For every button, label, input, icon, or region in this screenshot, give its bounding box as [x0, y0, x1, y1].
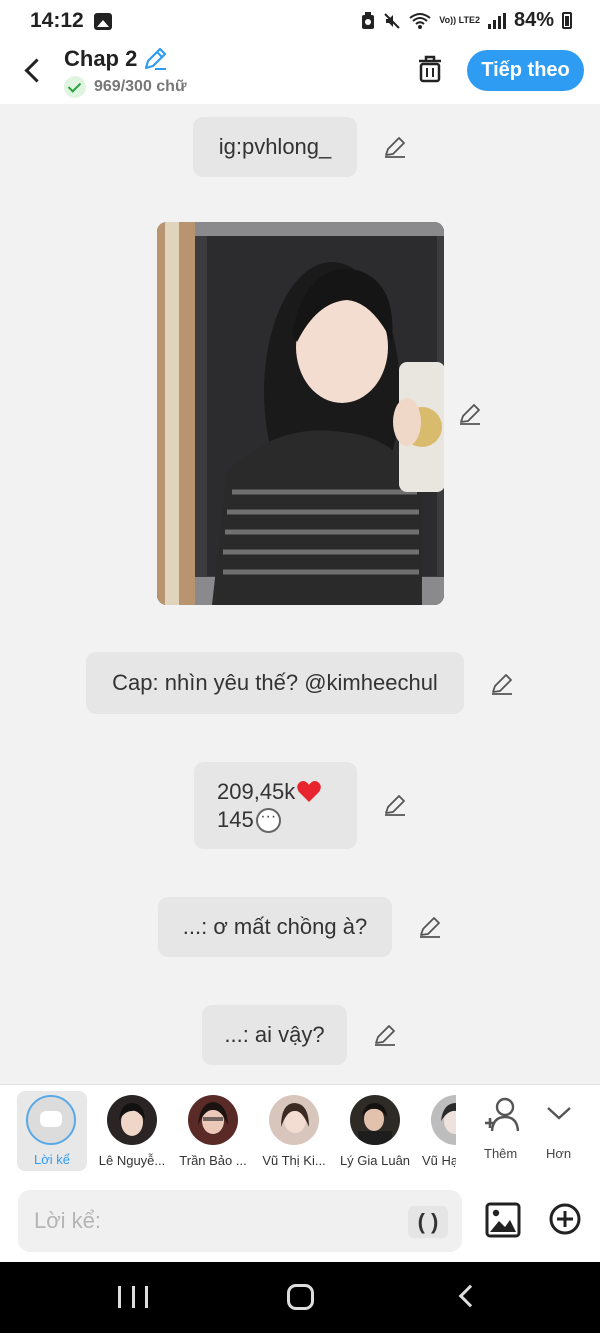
- message-text: ...: ai vậy?: [224, 1022, 325, 1047]
- character-name: Trần Bảo ...: [179, 1153, 247, 1168]
- check-icon: [64, 76, 86, 98]
- battery-saver-icon: [362, 11, 375, 29]
- character-name: Lê Nguyễ...: [98, 1153, 166, 1168]
- word-count: 969/300 chữ: [94, 78, 187, 95]
- character-option[interactable]: Vũ Hạ: [416, 1095, 456, 1168]
- heart-icon: [297, 781, 322, 802]
- avatar: [107, 1095, 157, 1145]
- avatar: [350, 1095, 400, 1145]
- character-name: Vũ Hạ: [422, 1153, 456, 1168]
- mute-icon: [384, 12, 401, 29]
- battery-icon: [562, 12, 572, 29]
- delete-button[interactable]: [416, 54, 444, 84]
- edit-message-icon[interactable]: [383, 793, 407, 817]
- comments-count: 145: [217, 807, 254, 832]
- status-icons: Vo)) LTE2 84%: [361, 9, 572, 32]
- recent-apps-button[interactable]: [118, 1286, 148, 1308]
- edit-message-icon[interactable]: [458, 402, 482, 426]
- message-image-selfie[interactable]: [157, 222, 444, 605]
- message-text: ig:pvhlong_: [218, 134, 332, 159]
- add-character-label[interactable]: Thêm: [484, 1146, 517, 1161]
- avatar: [431, 1095, 456, 1145]
- message-bubble-ig[interactable]: ig:pvhlong_: [193, 117, 357, 177]
- edit-message-icon[interactable]: [418, 915, 442, 939]
- system-navigation-bar: [0, 1262, 600, 1333]
- chapter-title: Chap 2: [64, 46, 138, 71]
- status-time: 14:12: [30, 9, 84, 32]
- avatar: [188, 1095, 238, 1145]
- gallery-notification-icon: [94, 13, 112, 30]
- character-name: Lý Gia Luân: [339, 1153, 411, 1168]
- edit-message-icon[interactable]: [373, 1023, 397, 1047]
- message-text: ...: ơ mất chồng à?: [182, 914, 368, 939]
- narration-input[interactable]: [18, 1190, 462, 1252]
- back-button[interactable]: [20, 54, 46, 88]
- comments-row: 145 ···: [217, 806, 357, 834]
- chevron-down-icon[interactable]: [546, 1105, 572, 1121]
- character-option[interactable]: Lê Nguyễ...: [92, 1095, 172, 1168]
- next-button[interactable]: Tiếp theo: [467, 50, 584, 91]
- narration-icon: [26, 1095, 76, 1145]
- character-option[interactable]: Vũ Thị Ki...: [254, 1095, 334, 1168]
- message-bubble-comment[interactable]: ...: ai vậy?: [202, 1005, 347, 1065]
- status-bar: 14:12 Vo)) LTE2 84%: [0, 0, 600, 44]
- editor-header: Chap 2 969/300 chữ Tiếp theo: [0, 44, 600, 104]
- character-option[interactable]: Trần Bảo ...: [173, 1095, 253, 1168]
- network-type-label: Vo)) LTE2: [439, 15, 480, 25]
- message-bubble-caption[interactable]: Cap: nhìn yêu thế? @kimheechul: [86, 652, 464, 714]
- narrator-label: Lời kể: [34, 1152, 70, 1167]
- character-option[interactable]: Lý Gia Luân: [335, 1095, 415, 1168]
- edit-title-icon[interactable]: [142, 46, 168, 72]
- add-person-icon[interactable]: [483, 1097, 521, 1133]
- insert-image-icon[interactable]: [485, 1202, 521, 1238]
- avatar: [269, 1095, 319, 1145]
- comment-bubble-icon: ···: [255, 807, 281, 833]
- edit-message-icon[interactable]: [383, 135, 407, 159]
- input-bar: ( ): [0, 1180, 600, 1262]
- character-selector: Lời kể Lê Nguyễ... Trần Bảo ... Vũ Thị K…: [0, 1084, 600, 1180]
- edit-message-icon[interactable]: [490, 672, 514, 696]
- back-nav-button[interactable]: [458, 1284, 482, 1308]
- likes-row: 209,45k: [217, 778, 357, 806]
- more-label[interactable]: Hơn: [546, 1146, 571, 1161]
- parentheses-button[interactable]: ( ): [408, 1206, 448, 1238]
- message-bubble-stats[interactable]: 209,45k 145 ···: [194, 762, 357, 849]
- signal-icon: [487, 12, 506, 29]
- message-text: Cap: nhìn yêu thế? @kimheechul: [112, 670, 438, 695]
- character-name: Vũ Thị Ki...: [262, 1153, 326, 1168]
- message-bubble-comment[interactable]: ...: ơ mất chồng à?: [158, 897, 392, 957]
- home-button[interactable]: [287, 1284, 314, 1310]
- battery-percentage: 84%: [513, 9, 554, 31]
- selfie-photo: [157, 222, 444, 605]
- wifi-icon: [409, 12, 431, 29]
- add-icon[interactable]: [548, 1202, 582, 1236]
- likes-count: 209,45k: [217, 779, 296, 804]
